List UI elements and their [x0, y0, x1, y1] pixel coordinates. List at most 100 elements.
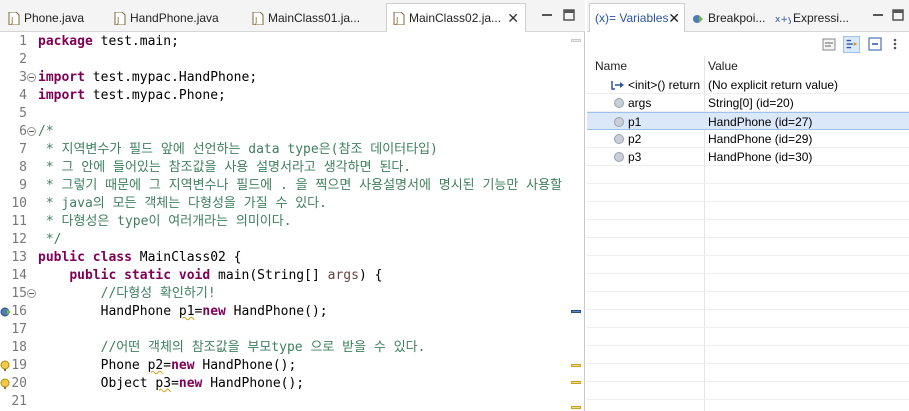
- code-line: Object p3=new HandPhone();: [38, 376, 305, 391]
- svg-text:J: J: [10, 16, 13, 25]
- close-tab-icon[interactable]: ✕: [668, 4, 680, 32]
- svg-text:J: J: [116, 16, 119, 25]
- comment-line: /*: [38, 124, 54, 139]
- line-number-gutter: 1 2 3 4 5 6 7 8 9 10 11 12 13 14 15 16 1…: [0, 32, 36, 411]
- local-variable-icon: [614, 152, 624, 162]
- overview-marker[interactable]: [571, 39, 581, 42]
- return-arrow-icon: [611, 81, 624, 90]
- variable-name: args: [628, 96, 652, 110]
- svg-text:J: J: [395, 16, 398, 25]
- overview-marker[interactable]: [571, 381, 581, 384]
- variable-row[interactable]: p1 HandPhone (id=27): [587, 112, 909, 130]
- comment-line: * 그 안에 들어있는 참조값을 사용 설명서라고 생각하면 된다.: [38, 160, 412, 175]
- empty-row: [587, 166, 909, 184]
- editor-tab-bar: J Phone.java J HandPhone.java J MainClas…: [0, 0, 585, 32]
- overview-ruler[interactable]: [568, 32, 584, 411]
- overview-marker[interactable]: [571, 406, 581, 409]
- comment-line: //어떤 객체의 참조값을 부모type 으로 받을 수 있다.: [38, 340, 426, 355]
- variable-value: HandPhone (id=27): [708, 115, 813, 129]
- minimize-icon[interactable]: [540, 8, 554, 22]
- line-number: 15: [11, 286, 27, 301]
- code-line: import test.mypac.HandPhone;: [38, 70, 258, 85]
- minimize-icon[interactable]: [871, 8, 885, 22]
- tab-label: HandPhone.java: [130, 11, 219, 25]
- fold-toggle-icon[interactable]: [27, 127, 36, 136]
- view-tab-bar: (x)= Variables ✕ Breakpoi... x+y Express…: [587, 0, 909, 32]
- line-number: 2: [19, 52, 27, 67]
- line-number: 14: [11, 268, 27, 283]
- variable-row[interactable]: p3 HandPhone (id=30): [587, 148, 909, 166]
- tab-mainclass02-java[interactable]: J MainClass02.ja... ✕: [386, 3, 526, 32]
- code-line: import test.mypac.Phone;: [38, 88, 226, 103]
- tab-label: MainClass02.ja...: [409, 11, 502, 25]
- line-number: 5: [19, 106, 27, 121]
- line-number: 1: [19, 34, 27, 49]
- code-line: public class MainClass02 {: [38, 250, 242, 265]
- overview-marker[interactable]: [571, 364, 581, 367]
- empty-row: [587, 310, 909, 328]
- column-header-value[interactable]: Value: [708, 56, 738, 76]
- variable-name: <init>() return: [628, 78, 701, 92]
- warning-lightbulb-icon[interactable]: [0, 378, 12, 390]
- empty-row: [587, 364, 909, 382]
- java-file-icon: J: [252, 12, 264, 25]
- close-tab-icon[interactable]: ✕: [507, 4, 519, 32]
- empty-row: [587, 292, 909, 310]
- code-line: HandPhone p1=new HandPhone();: [38, 304, 328, 319]
- show-type-names-icon[interactable]: [821, 36, 838, 53]
- tab-phone-java[interactable]: J Phone.java: [2, 4, 100, 32]
- tab-label: Expressi...: [793, 11, 850, 25]
- empty-row: [587, 220, 909, 238]
- expressions-icon: x+y: [775, 15, 791, 25]
- line-number: 3: [19, 70, 27, 85]
- code-editor[interactable]: J Phone.java J HandPhone.java J MainClas…: [0, 0, 585, 411]
- code-line: Phone p2=new HandPhone();: [38, 358, 297, 373]
- tab-breakpoints[interactable]: Breakpoi...: [689, 4, 771, 32]
- svg-text:J: J: [254, 16, 257, 25]
- variable-row[interactable]: args String[0] (id=20): [587, 94, 909, 112]
- empty-row: [587, 274, 909, 292]
- variable-name: p3: [628, 150, 642, 164]
- variables-toolbar: [587, 33, 909, 55]
- line-number: 12: [11, 232, 27, 247]
- empty-row: [587, 346, 909, 364]
- fold-toggle-icon[interactable]: [27, 289, 36, 298]
- overview-marker[interactable]: [571, 310, 581, 313]
- line-number: 11: [11, 214, 27, 229]
- tab-label: Phone.java: [24, 11, 85, 25]
- variable-value: String[0] (id=20): [708, 96, 794, 110]
- show-logical-structure-icon[interactable]: [843, 36, 860, 53]
- variable-value: HandPhone (id=29): [708, 132, 813, 146]
- view-menu-icon[interactable]: [887, 36, 904, 53]
- debug-breakpoint-icon[interactable]: [0, 306, 12, 318]
- local-variable-icon: [614, 98, 624, 108]
- tab-expressions[interactable]: x+y Expressi...: [773, 4, 865, 32]
- variable-row[interactable]: p2 HandPhone (id=29): [587, 130, 909, 148]
- tab-mainclass01-java[interactable]: J MainClass01.ja...: [246, 4, 378, 32]
- variable-row[interactable]: <init>() return (No explicit return valu…: [587, 76, 909, 94]
- collapse-all-icon[interactable]: [867, 36, 884, 53]
- maximize-icon[interactable]: [891, 8, 905, 22]
- tab-label: MainClass01.ja...: [268, 11, 361, 25]
- code-line: public static void main(String[] args) {: [69, 268, 383, 283]
- line-number: 9: [19, 178, 27, 193]
- variables-view[interactable]: (x)= Variables ✕ Breakpoi... x+y Express…: [587, 0, 909, 411]
- tab-variables[interactable]: (x)= Variables ✕: [589, 3, 685, 32]
- variable-value: HandPhone (id=30): [708, 150, 813, 164]
- line-number: 18: [11, 340, 27, 355]
- java-file-icon: J: [393, 12, 405, 25]
- comment-line: * 그렇기 때문에 그 지역변수나 필드에 . 을 찍으면 사용설명서에 명시된…: [38, 178, 568, 193]
- warning-lightbulb-icon[interactable]: [0, 360, 12, 372]
- code-text-area[interactable]: package test.main; import test.mypac.Han…: [38, 32, 568, 411]
- fold-toggle-icon[interactable]: [27, 73, 36, 82]
- empty-row: [587, 256, 909, 274]
- local-variable-icon: [614, 134, 624, 144]
- comment-line: //다형성 확인하기!: [38, 286, 216, 301]
- maximize-icon[interactable]: [562, 8, 576, 22]
- line-number: 4: [19, 88, 27, 103]
- tab-handphone-java[interactable]: J HandPhone.java: [108, 4, 238, 32]
- column-header-name[interactable]: Name: [595, 56, 627, 76]
- comment-line: */: [38, 232, 62, 247]
- empty-row: [587, 202, 909, 220]
- variable-value: (No explicit return value): [708, 78, 839, 92]
